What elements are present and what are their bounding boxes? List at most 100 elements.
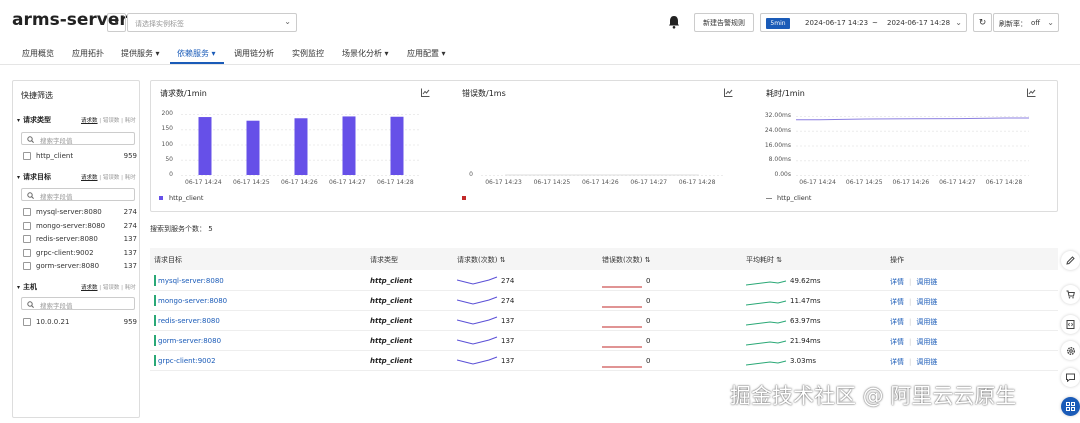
table-row[interactable]: mysql-server:8080 http_client 274 0 49.62ms 详… <box>150 271 1058 291</box>
charts-svg <box>181 114 1029 176</box>
edit-icon[interactable] <box>1061 251 1080 270</box>
request-target-link[interactable]: redis-server:8080 <box>158 317 220 325</box>
trace-link[interactable]: 调用链 <box>916 298 937 306</box>
checkbox[interactable] <box>23 152 31 160</box>
time-range-picker[interactable]: 5min 2024-06-17 14:23 ~ 2024-06-17 14:28… <box>760 13 967 32</box>
trace-link[interactable]: 调用链 <box>916 358 937 366</box>
x-tick-label: 06-17 14:25 <box>533 179 571 186</box>
y-tick-label: 0 <box>169 171 173 178</box>
chevron-down-icon: ▾ <box>17 117 21 124</box>
table-row[interactable]: grpc-client:9002 http_client 137 0 3.03ms 详情 |… <box>150 351 1058 371</box>
col-errors[interactable]: 错误数(次数) ⇅ <box>602 255 651 265</box>
tab-dependent-services[interactable]: 依赖服务 ▾ <box>177 48 216 59</box>
checkbox[interactable] <box>23 235 31 243</box>
col-requests[interactable]: 请求数(次数) ⇅ <box>457 255 506 265</box>
requests-sparkline <box>457 336 498 345</box>
filter-option[interactable]: mysql-server:8080 274 <box>23 207 137 218</box>
trace-link[interactable]: 调用链 <box>916 278 937 286</box>
detail-link[interactable]: 详情 <box>890 318 904 326</box>
filter-mode-switch[interactable]: 请求数 | 错误数 | 耗时 <box>81 116 136 124</box>
status-bar <box>154 335 156 346</box>
bell-icon[interactable] <box>668 15 680 29</box>
filter-section-host[interactable]: ▾ 主机 <box>17 282 37 292</box>
service-count: 搜索到服务个数： 5 <box>150 225 213 233</box>
errors-count: 0 <box>646 297 651 305</box>
col-actions: 操作 <box>890 256 904 264</box>
filter-option[interactable]: http_client 959 <box>23 151 137 162</box>
detail-link[interactable]: 详情 <box>890 338 904 346</box>
table-row[interactable]: redis-server:8080 http_client 137 0 63.97ms 详… <box>150 311 1058 331</box>
search-icon <box>27 301 34 308</box>
x-tick-label: 06-17 14:27 <box>329 179 366 186</box>
request-target-link[interactable]: mysql-server:8080 <box>158 277 224 285</box>
time-to: 2024-06-17 14:28 <box>887 19 951 27</box>
detail-link[interactable]: 详情 <box>890 298 904 306</box>
filter-search-input[interactable]: 搜索字段值 <box>21 188 135 201</box>
request-type: http_client <box>370 337 413 345</box>
checkbox[interactable] <box>23 318 31 326</box>
gear-icon[interactable] <box>1061 341 1080 360</box>
filter-section-request-target[interactable]: ▾ 请求目标 <box>17 172 51 182</box>
cart-icon[interactable] <box>1061 285 1080 304</box>
requests-count: 274 <box>501 297 515 305</box>
checkbox[interactable] <box>23 262 31 270</box>
request-type: http_client <box>370 317 413 325</box>
bar <box>342 116 356 175</box>
legend-swatch <box>462 196 466 200</box>
filter-option[interactable]: grpc-client:9002 137 <box>23 248 137 259</box>
refresh-rate-select[interactable]: 刷新率： off ⌄ <box>993 13 1059 32</box>
request-target-link[interactable]: gorm-server:8080 <box>158 337 221 345</box>
col-latency[interactable]: 平均耗时 ⇅ <box>746 255 782 265</box>
bar <box>198 117 212 175</box>
detail-link[interactable]: 详情 <box>890 278 904 286</box>
chart-legend: http_client <box>766 194 811 202</box>
x-tick-label: 06-17 14:26 <box>281 179 318 186</box>
x-tick-label: 06-17 14:24 <box>799 179 836 186</box>
filter-option[interactable]: gorm-server:8080 137 <box>23 261 137 272</box>
y-tick-label: 0 <box>469 171 473 178</box>
checkbox[interactable] <box>23 208 31 216</box>
checkbox[interactable] <box>23 222 31 230</box>
checkbox[interactable] <box>23 249 31 257</box>
apps-icon[interactable] <box>1061 397 1080 416</box>
time-separator: ~ <box>872 19 878 27</box>
tab-scenario-analysis[interactable]: 场景化分析 ▾ <box>342 48 389 59</box>
table-row[interactable]: gorm-server:8080 http_client 137 0 21.94ms 详情… <box>150 331 1058 351</box>
refresh-icon[interactable]: ↻ <box>973 13 992 32</box>
trace-link[interactable]: 调用链 <box>916 338 937 346</box>
request-target-link[interactable]: grpc-client:9002 <box>158 357 216 365</box>
requests-sparkline <box>457 296 498 305</box>
app-switch-button[interactable]: ▾ <box>107 13 126 32</box>
chart-legend: http_client <box>159 194 203 202</box>
filter-mode-switch[interactable]: 请求数 | 错误数 | 耗时 <box>81 173 136 181</box>
filter-mode-switch[interactable]: 请求数 | 错误数 | 耗时 <box>81 283 136 291</box>
chat-icon[interactable] <box>1061 368 1080 387</box>
tab-app-config[interactable]: 应用配置 ▾ <box>407 48 446 59</box>
detail-link[interactable]: 详情 <box>890 358 904 366</box>
filter-option[interactable]: 10.0.0.21 959 <box>23 317 137 328</box>
tab-instance-monitoring[interactable]: 实例监控 <box>292 48 324 59</box>
code-icon[interactable] <box>1061 315 1080 334</box>
new-alert-rule-button[interactable]: 新建告警规则 <box>694 13 754 32</box>
table-row[interactable]: mongo-server:8080 http_client 274 0 11.47ms 详… <box>150 291 1058 311</box>
tab-provided-services[interactable]: 提供服务 ▾ <box>121 48 160 59</box>
filter-option[interactable]: redis-server:8080 137 <box>23 234 137 245</box>
filter-option[interactable]: mongo-server:8080 274 <box>23 221 137 232</box>
y-tick-label: 50 <box>165 155 173 163</box>
search-icon <box>27 192 34 199</box>
tab-app-topology[interactable]: 应用拓扑 <box>72 48 104 59</box>
trace-link[interactable]: 调用链 <box>916 318 937 326</box>
filter-section-request-type[interactable]: ▾ 请求类型 <box>17 115 51 125</box>
y-tick-label: 200 <box>161 110 173 117</box>
filter-search-input[interactable]: 搜索字段值 <box>21 132 135 145</box>
tab-trace-analysis[interactable]: 调用链分析 <box>234 48 274 59</box>
request-target-link[interactable]: mongo-server:8080 <box>158 297 227 305</box>
chevron-down-icon: ⌄ <box>955 18 962 27</box>
main-nav: 应用概览 应用拓扑 提供服务 ▾ 依赖服务 ▾ 调用链分析 实例监控 场景化分析… <box>0 40 1080 65</box>
time-preset-badge[interactable]: 5min <box>766 18 790 29</box>
errors-count: 0 <box>646 277 651 285</box>
instance-tag-select[interactable]: 请选择实例标签 ⌄ <box>127 13 297 32</box>
y-tick-label: 8.00ms <box>768 156 791 164</box>
tab-app-overview[interactable]: 应用概览 <box>22 48 54 59</box>
filter-search-input[interactable]: 搜索字段值 <box>21 297 135 310</box>
